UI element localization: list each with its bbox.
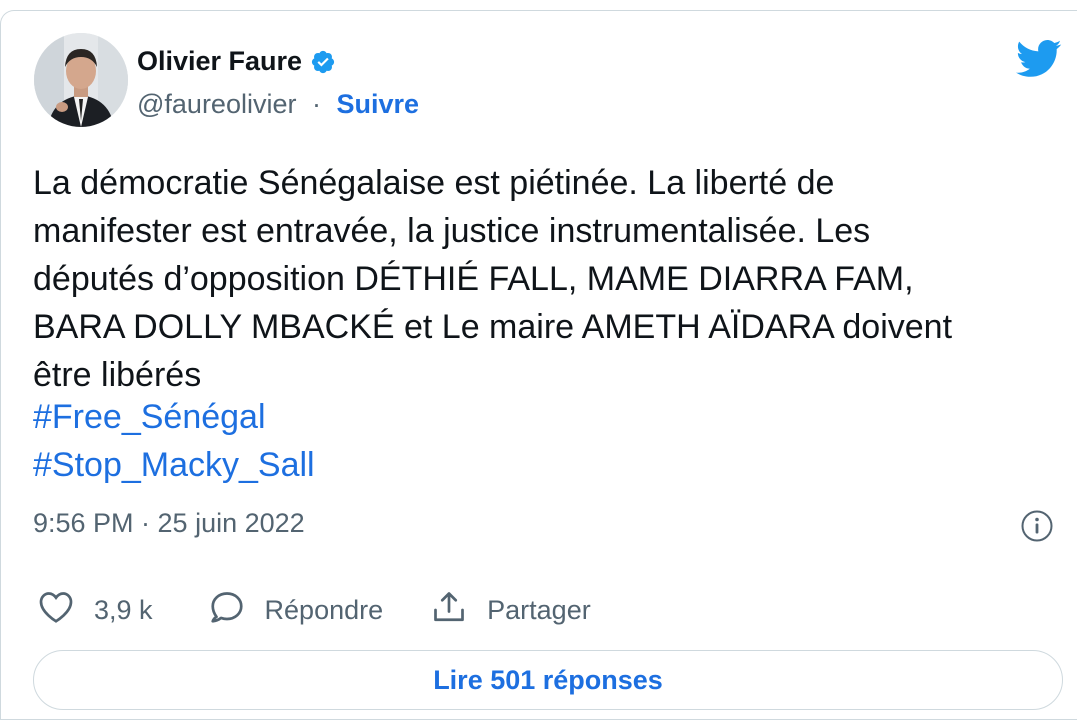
heart-icon [38, 590, 94, 631]
avatar[interactable] [34, 33, 128, 127]
hashtag-stop-macky-sall[interactable]: #Stop_Macky_Sall [33, 446, 315, 485]
reply-button[interactable]: Répondre [209, 590, 384, 631]
tweet-text: La démocratie Sénégalaise est piétinée. … [33, 164, 953, 394]
follow-button[interactable]: Suivre [337, 89, 420, 119]
twitter-bird-icon[interactable] [1016, 39, 1062, 84]
like-count: 3,9 k [94, 594, 153, 625]
verified-badge-icon [310, 49, 336, 75]
like-button[interactable]: 3,9 k [38, 590, 153, 631]
hashtag-free-senegal[interactable]: #Free_Sénégal [33, 398, 266, 437]
author-handle-row: @faureolivier · Suivre [137, 89, 419, 120]
author-name-row[interactable]: Olivier Faure [137, 46, 336, 77]
reply-bubble-icon [209, 590, 265, 631]
info-icon[interactable] [1021, 510, 1053, 542]
read-replies-button[interactable]: Lire 501 réponses [33, 650, 1063, 710]
share-button[interactable]: Partager [431, 589, 591, 632]
reply-label: Répondre [264, 594, 384, 625]
share-icon [431, 589, 487, 632]
tweet-actions: 3,9 k Répondre Partager [38, 588, 591, 632]
tweet-timestamp[interactable]: 9:56 PM · 25 juin 2022 [33, 508, 305, 539]
author-handle[interactable]: @faureolivier [137, 89, 296, 119]
author-name[interactable]: Olivier Faure [137, 46, 302, 77]
separator-dot: · [311, 89, 321, 119]
share-label: Partager [487, 594, 591, 625]
